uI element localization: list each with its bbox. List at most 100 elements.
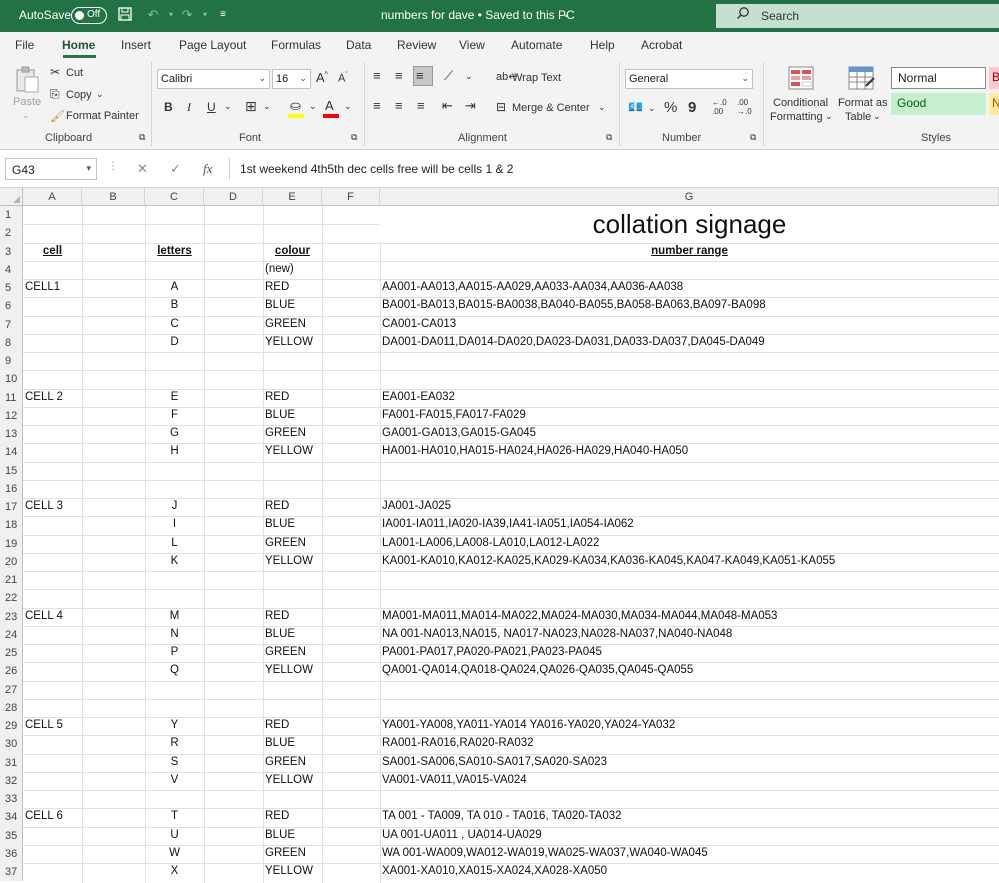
wrap-text-label[interactable]: Wrap Text: [512, 72, 561, 84]
header-letters[interactable]: letters: [147, 245, 202, 257]
alignment-launcher-icon[interactable]: ⧉: [606, 132, 612, 143]
row-header[interactable]: 18: [0, 516, 23, 535]
colour-cell[interactable]: BLUE: [265, 409, 320, 421]
copy-dropdown-icon[interactable]: ⌄: [96, 89, 104, 100]
format-painter-icon[interactable]: 🖌: [50, 109, 65, 123]
colour-note[interactable]: (new): [265, 263, 320, 275]
letter-cell[interactable]: Y: [147, 719, 202, 731]
row-header[interactable]: 31: [0, 753, 23, 772]
number-range-cell[interactable]: BA001-BA013,BA015-BA0038,BA040-BA055,BA0…: [382, 299, 997, 311]
letter-cell[interactable]: A: [147, 281, 202, 293]
letter-cell[interactable]: T: [147, 810, 202, 822]
orientation-icon[interactable]: ⟋: [444, 68, 453, 84]
number-range-cell[interactable]: LA001-LA006,LA008-LA010,LA012-LA022: [382, 537, 997, 549]
row-header[interactable]: 1: [0, 206, 23, 225]
number-range-cell[interactable]: KA001-KA010,KA012-KA025,KA029-KA034,KA03…: [382, 555, 997, 567]
formula-input[interactable]: 1st weekend 4th5th dec cells free will b…: [229, 158, 999, 180]
colour-cell[interactable]: YELLOW: [265, 865, 320, 877]
letter-cell[interactable]: D: [147, 336, 202, 348]
tab-insert[interactable]: Insert: [121, 38, 151, 52]
row-header[interactable]: 36: [0, 844, 23, 863]
number-format-select[interactable]: General ⌄: [625, 69, 753, 89]
select-all-corner[interactable]: [0, 188, 23, 206]
name-box[interactable]: G43 ▾: [5, 158, 97, 180]
orientation-dropdown-icon[interactable]: ⌄: [465, 71, 473, 82]
tab-view[interactable]: View: [459, 38, 485, 52]
cell-label[interactable]: CELL 2: [25, 391, 80, 403]
number-range-cell[interactable]: VA001-VA011,VA015-VA024: [382, 774, 997, 786]
colour-cell[interactable]: RED: [265, 391, 320, 403]
row-header[interactable]: 17: [0, 498, 23, 517]
number-range-cell[interactable]: PA001-PA017,PA020-PA021,PA023-PA045: [382, 646, 997, 658]
cell-label[interactable]: CELL 5: [25, 719, 80, 731]
letter-cell[interactable]: R: [147, 737, 202, 749]
save-icon[interactable]: [116, 6, 134, 24]
row-header[interactable]: 4: [0, 260, 23, 279]
row-header[interactable]: 19: [0, 534, 23, 553]
row-header[interactable]: 27: [0, 680, 23, 699]
increase-indent-icon[interactable]: ⇥: [465, 98, 476, 114]
number-range-cell[interactable]: QA001-QA014,QA018-QA024,QA026-QA035,QA04…: [382, 664, 997, 676]
align-left-icon[interactable]: ≡: [373, 98, 381, 113]
borders-icon[interactable]: ⊞: [245, 98, 257, 115]
decrease-indent-icon[interactable]: ⇤: [442, 98, 453, 114]
row-header[interactable]: 12: [0, 406, 23, 425]
column-header-e[interactable]: E: [263, 188, 322, 206]
number-range-cell[interactable]: UA 001-UA011 , UA014-UA029: [382, 829, 997, 841]
letter-cell[interactable]: B: [147, 299, 202, 311]
row-header[interactable]: 15: [0, 461, 23, 480]
colour-cell[interactable]: BLUE: [265, 518, 320, 530]
row-header[interactable]: 7: [0, 315, 23, 334]
letter-cell[interactable]: J: [147, 500, 202, 512]
column-header-a[interactable]: A: [23, 188, 82, 206]
colour-cell[interactable]: RED: [265, 719, 320, 731]
column-header-b[interactable]: B: [82, 188, 145, 206]
copy-icon[interactable]: ⎘: [50, 87, 60, 102]
cancel-icon[interactable]: ✕: [137, 161, 148, 177]
row-header[interactable]: 14: [0, 443, 23, 462]
row-header[interactable]: 9: [0, 352, 23, 371]
align-right-icon[interactable]: ≡: [417, 98, 425, 113]
row-header[interactable]: 32: [0, 771, 23, 790]
number-range-cell[interactable]: XA001-XA010,XA015-XA024,XA028-XA050: [382, 865, 997, 877]
cut-icon[interactable]: ✂: [50, 65, 60, 79]
font-size-select[interactable]: 16 ⌄: [272, 69, 311, 89]
colour-cell[interactable]: GREEN: [265, 537, 320, 549]
colour-cell[interactable]: YELLOW: [265, 445, 320, 457]
letter-cell[interactable]: W: [147, 847, 202, 859]
colour-cell[interactable]: RED: [265, 610, 320, 622]
merge-center-icon[interactable]: ⊟: [496, 100, 506, 114]
colour-cell[interactable]: YELLOW: [265, 664, 320, 676]
align-middle-icon[interactable]: ≡: [395, 68, 403, 83]
letter-cell[interactable]: V: [147, 774, 202, 786]
number-range-cell[interactable]: HA001-HA010,HA015-HA024,HA026-HA029,HA04…: [382, 445, 997, 457]
cell-label[interactable]: CELL1: [25, 281, 80, 293]
row-header[interactable]: 3: [0, 242, 23, 261]
colour-cell[interactable]: YELLOW: [265, 555, 320, 567]
style-normal[interactable]: Normal: [891, 67, 986, 89]
tab-automate[interactable]: Automate: [511, 38, 562, 52]
column-header-g[interactable]: G: [380, 188, 999, 206]
row-header[interactable]: 33: [0, 790, 23, 809]
row-header[interactable]: 35: [0, 826, 23, 845]
style-good[interactable]: Good: [891, 93, 986, 115]
style-neutral[interactable]: N: [989, 93, 999, 115]
colour-cell[interactable]: GREEN: [265, 847, 320, 859]
fill-dropdown-icon[interactable]: ⌄: [309, 101, 317, 112]
letter-cell[interactable]: K: [147, 555, 202, 567]
font-launcher-icon[interactable]: ⧉: [351, 132, 357, 143]
letter-cell[interactable]: H: [147, 445, 202, 457]
letter-cell[interactable]: Q: [147, 664, 202, 676]
cell-label[interactable]: CELL 4: [25, 610, 80, 622]
letter-cell[interactable]: E: [147, 391, 202, 403]
italic-button[interactable]: I: [187, 100, 191, 115]
number-range-cell[interactable]: EA001-EA032: [382, 391, 997, 403]
copy-label[interactable]: Copy: [66, 89, 92, 101]
header-cell[interactable]: cell: [25, 245, 80, 257]
header-colour[interactable]: colour: [265, 245, 320, 257]
colour-cell[interactable]: BLUE: [265, 829, 320, 841]
number-launcher-icon[interactable]: ⧉: [750, 132, 756, 143]
number-range-cell[interactable]: DA001-DA011,DA014-DA020,DA023-DA031,DA03…: [382, 336, 997, 348]
autosave-toggle[interactable]: Off: [71, 7, 107, 24]
colour-cell[interactable]: YELLOW: [265, 336, 320, 348]
